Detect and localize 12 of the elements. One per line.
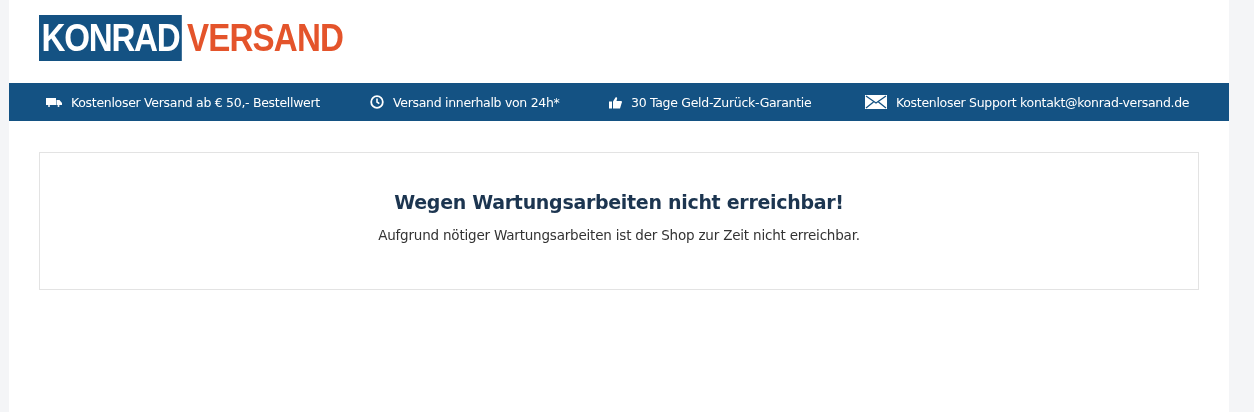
benefit-text: Versand innerhalb von 24h* [393,94,560,110]
benefit-text: 30 Tage Geld-Zurück-Garantie [631,94,812,110]
logo-text[interactable]: KONRAD [39,15,182,61]
truck-icon [46,97,62,107]
thumbs-up-icon [609,95,622,109]
clock-icon [370,95,384,109]
benefit-text: Kostenloser Versand ab € 50,- Bestellwert [71,94,320,110]
benefit-text: Kostenloser Support kontakt@konrad-versand.de [896,94,1190,110]
logo-text[interactable]: VERSAND [187,15,344,61]
notice-message: Aufgrund nötiger Wartungsarbeiten ist der Shop zur Zeit nicht erreichbar. [377,227,861,243]
notice-title: Wegen Wartungsarbeiten nicht erreichbar! [393,191,845,213]
envelope-icon [865,95,887,109]
